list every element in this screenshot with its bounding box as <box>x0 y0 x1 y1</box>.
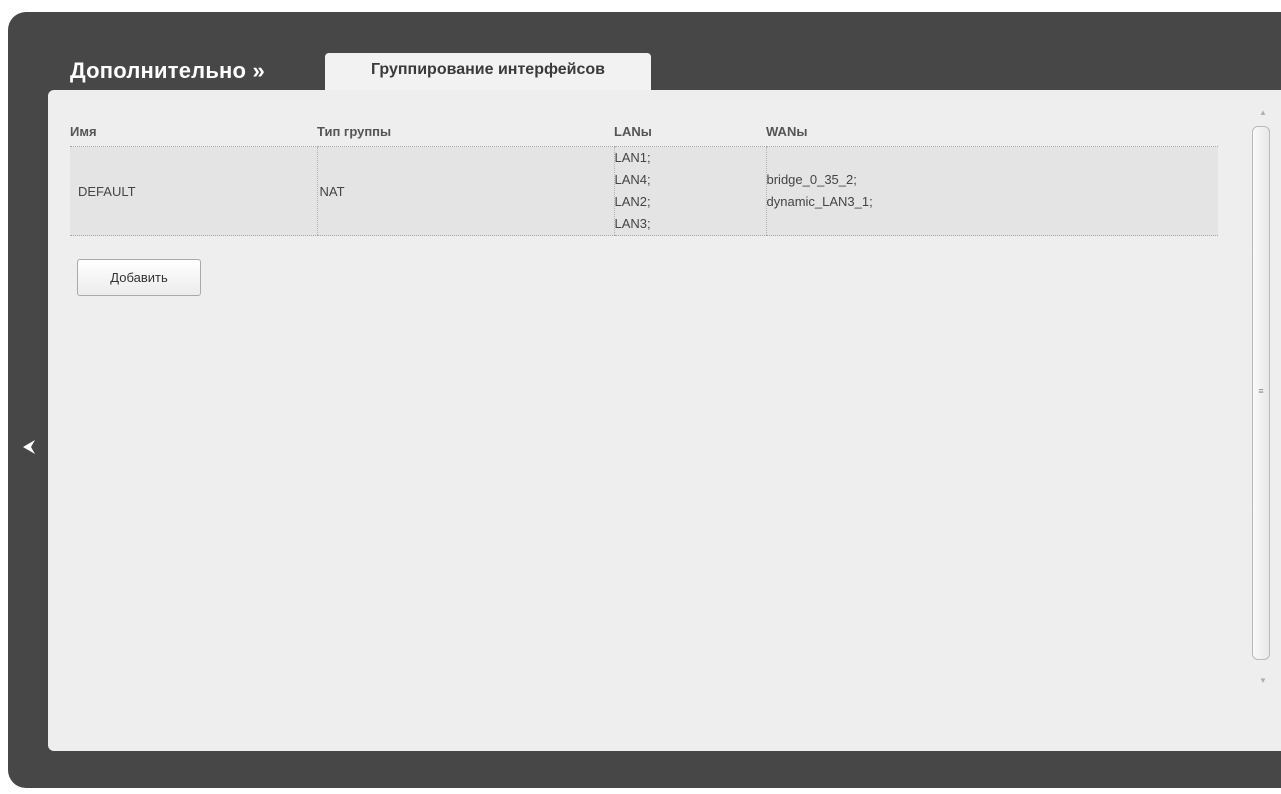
column-header-group-type: Тип группы <box>317 117 614 147</box>
lans-cell: LAN1; LAN4; LAN2; LAN3; <box>613 146 766 236</box>
table-row[interactable]: DEFAULT NAT LAN1; LAN4; LAN2; LAN3; brid… <box>70 146 1218 236</box>
page-title: Дополнительно » <box>70 58 265 83</box>
grip-icon: ≡ <box>1258 386 1264 396</box>
scroll-down-icon[interactable]: ▼ <box>1258 676 1268 686</box>
wan-item: bridge_0_35_2; <box>766 172 857 187</box>
table-header-row: Имя Тип группы LANы WANы <box>70 117 1218 147</box>
lan-item: LAN1; <box>614 150 651 165</box>
add-button[interactable]: Добавить <box>77 259 201 296</box>
scroll-up-icon[interactable]: ▲ <box>1258 108 1268 118</box>
wan-item: dynamic_LAN3_1; <box>766 194 873 209</box>
column-header-wans: WANы <box>766 117 1218 147</box>
group-name-cell: DEFAULT <box>70 146 317 236</box>
back-arrow-icon[interactable] <box>18 436 40 458</box>
tab-interface-grouping[interactable]: Группирование интерфейсов <box>325 53 651 93</box>
column-header-lans: LANы <box>614 117 766 147</box>
lan-item: LAN3; <box>614 216 651 231</box>
column-header-name: Имя <box>70 117 317 147</box>
group-type-cell: NAT <box>316 146 614 236</box>
wans-cell: bridge_0_35_2; dynamic_LAN3_1; <box>765 146 1218 236</box>
interface-groups-table: Имя Тип группы LANы WANы DEFAULT NAT LAN… <box>70 117 1218 236</box>
lan-item: LAN4; <box>614 172 651 187</box>
scrollbar[interactable]: ≡ <box>1252 126 1270 660</box>
lan-item: LAN2; <box>614 194 651 209</box>
